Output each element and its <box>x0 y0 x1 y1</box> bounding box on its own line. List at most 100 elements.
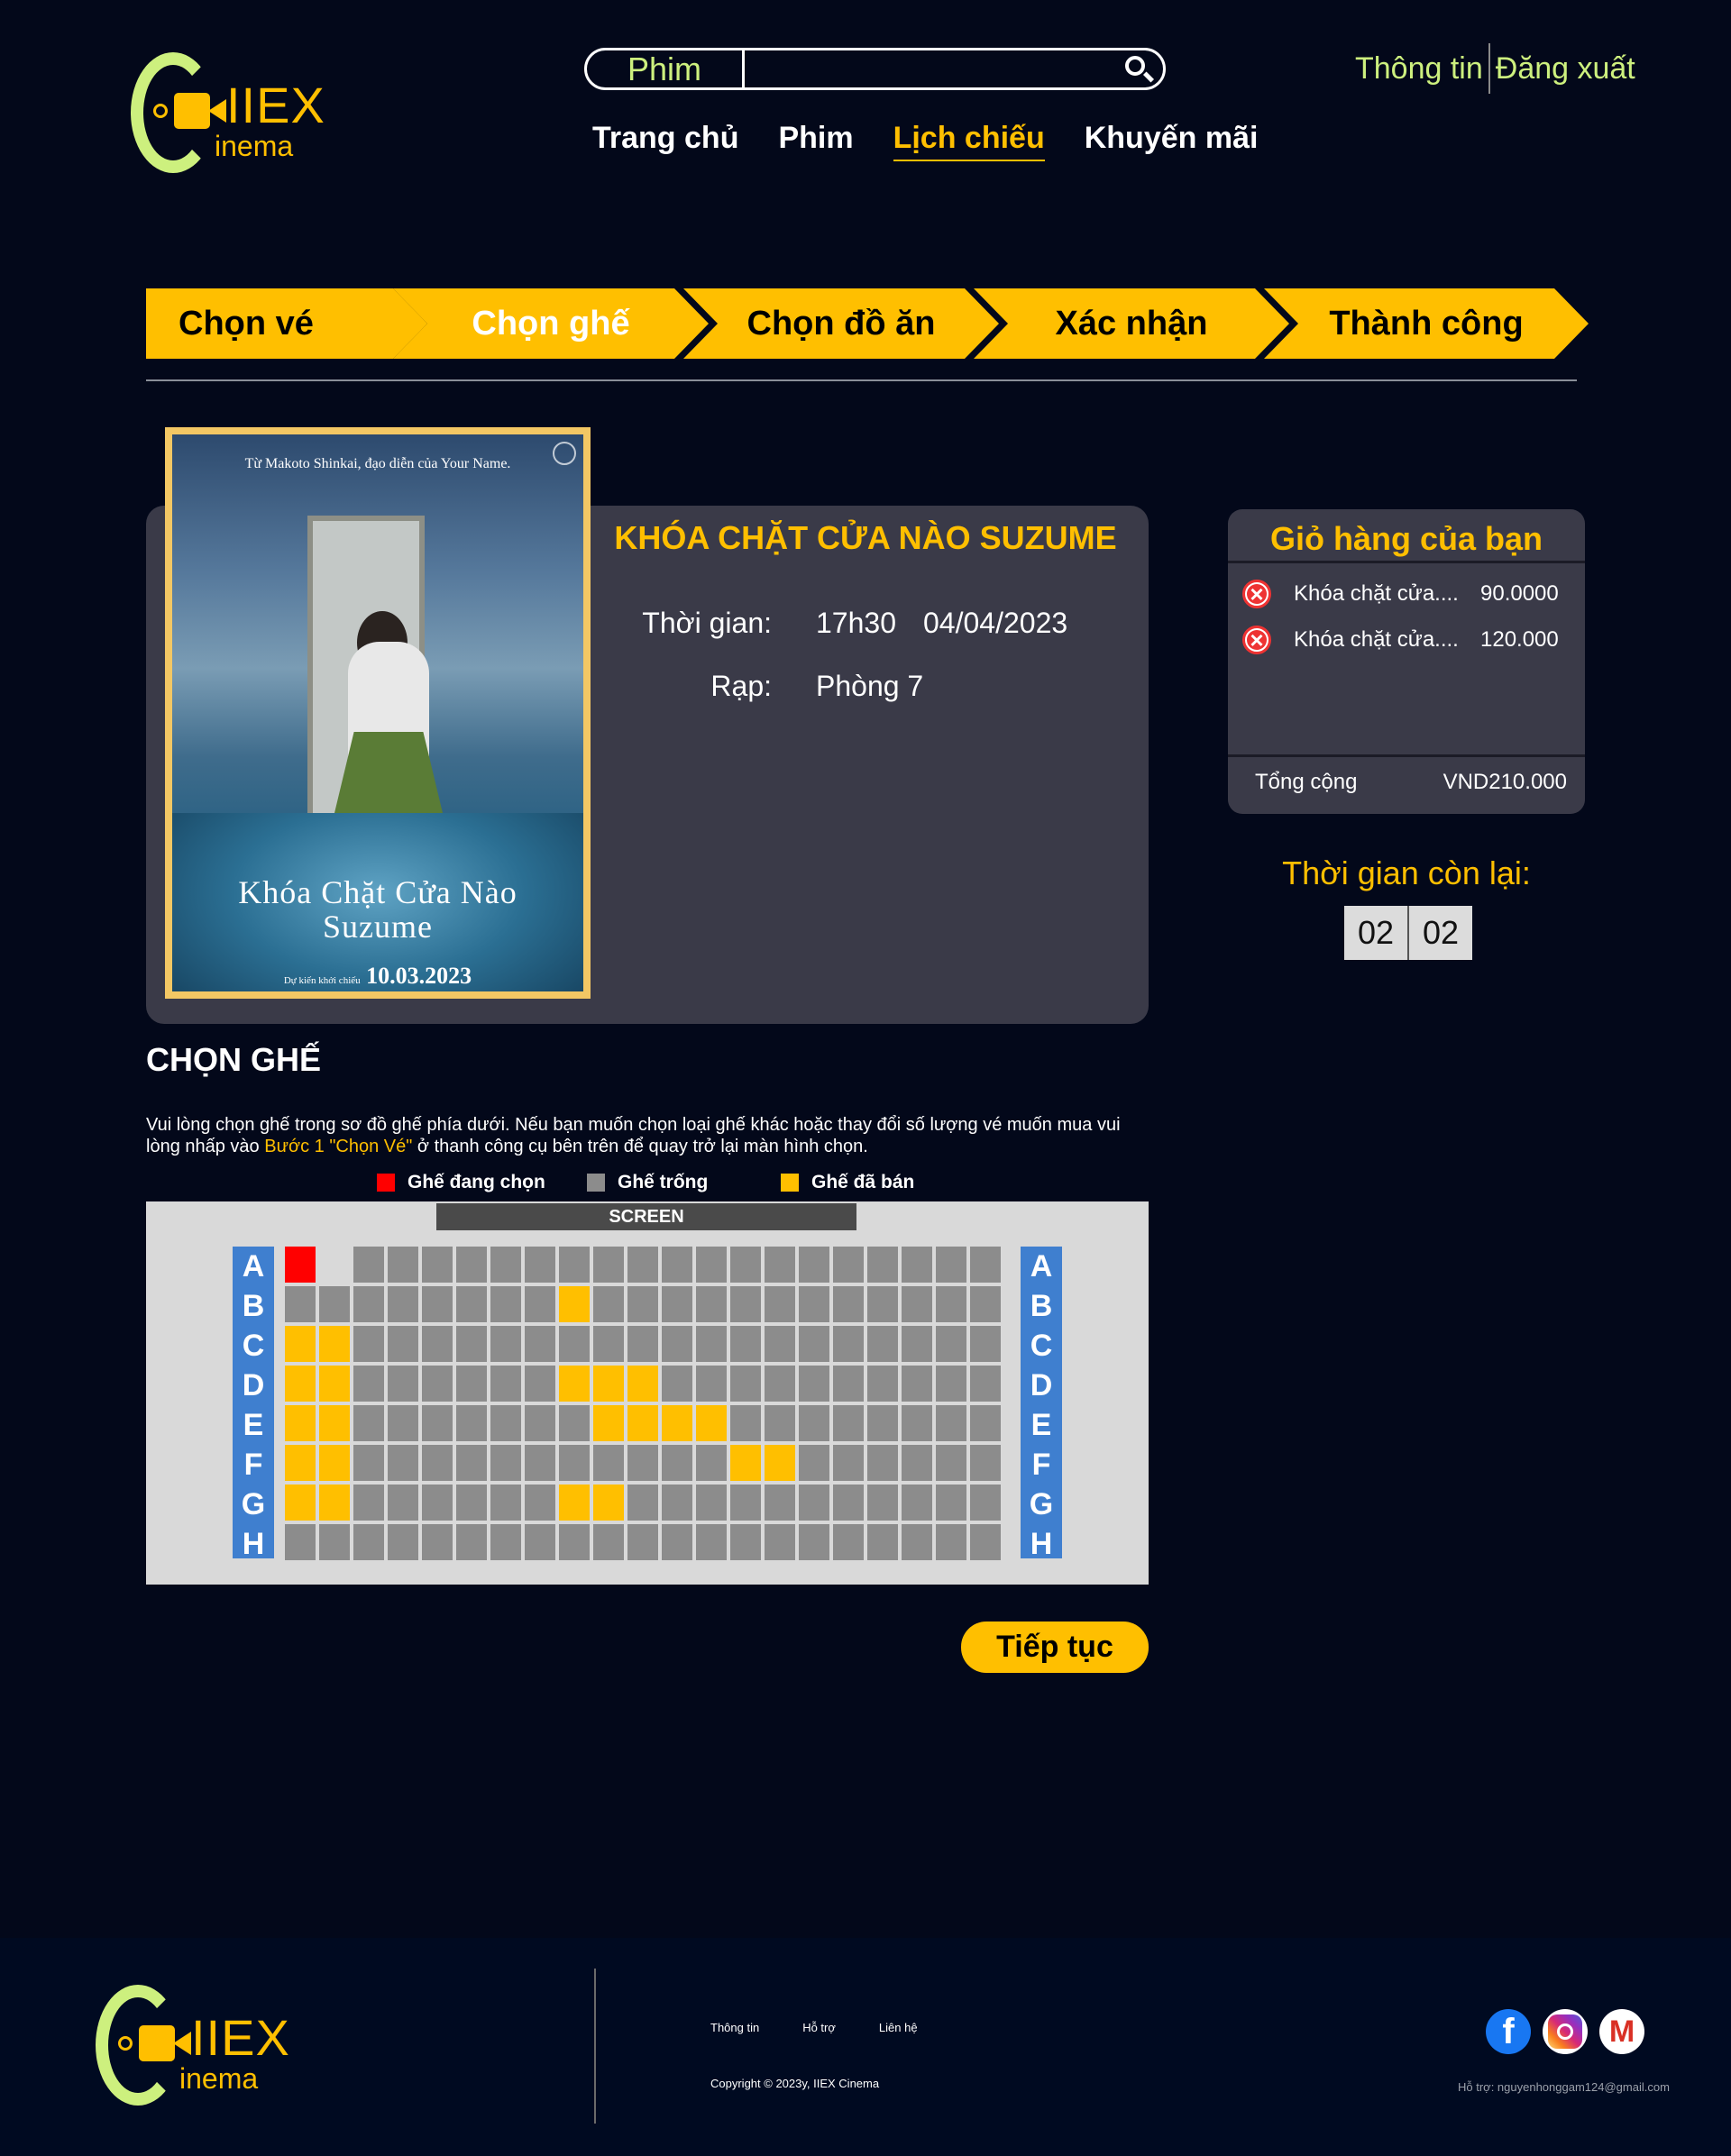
seat-H8-empty[interactable] <box>525 1524 555 1560</box>
seat-C12-empty[interactable] <box>662 1326 692 1362</box>
footer-link-support[interactable]: Hỗ trợ <box>802 2021 836 2034</box>
seat-B16-empty[interactable] <box>799 1286 829 1322</box>
seat-H2-empty[interactable] <box>319 1524 350 1560</box>
seat-C8-empty[interactable] <box>525 1326 555 1362</box>
seat-H13-empty[interactable] <box>696 1524 727 1560</box>
seat-F18-empty[interactable] <box>867 1445 898 1481</box>
seat-B17-empty[interactable] <box>833 1286 864 1322</box>
seat-D20-empty[interactable] <box>936 1366 966 1402</box>
seat-C13-empty[interactable] <box>696 1326 727 1362</box>
step-success[interactable]: Thành công <box>1264 288 1589 359</box>
seat-F9-empty[interactable] <box>559 1445 590 1481</box>
seat-A21-empty[interactable] <box>970 1247 1001 1283</box>
seat-D8-empty[interactable] <box>525 1366 555 1402</box>
step-choose-ticket[interactable]: Chọn vé <box>146 288 427 359</box>
seat-B6-empty[interactable] <box>456 1286 487 1322</box>
seat-B4-empty[interactable] <box>388 1286 418 1322</box>
logout-link[interactable]: Đăng xuất <box>1496 51 1635 87</box>
seat-G7-empty[interactable] <box>490 1485 521 1521</box>
seat-A17-empty[interactable] <box>833 1247 864 1283</box>
seat-G12-empty[interactable] <box>662 1485 692 1521</box>
seat-E19-empty[interactable] <box>902 1405 932 1441</box>
seat-A9-empty[interactable] <box>559 1247 590 1283</box>
footer-link-info[interactable]: Thông tin <box>710 2021 759 2034</box>
seat-G8-empty[interactable] <box>525 1485 555 1521</box>
seat-A19-empty[interactable] <box>902 1247 932 1283</box>
seat-C16-empty[interactable] <box>799 1326 829 1362</box>
seat-H18-empty[interactable] <box>867 1524 898 1560</box>
seat-F12-empty[interactable] <box>662 1445 692 1481</box>
seat-C10-empty[interactable] <box>593 1326 624 1362</box>
step-choose-food[interactable]: Chọn đồ ăn <box>683 288 999 359</box>
seat-C9-empty[interactable] <box>559 1326 590 1362</box>
seat-A4-empty[interactable] <box>388 1247 418 1283</box>
seat-H7-empty[interactable] <box>490 1524 521 1560</box>
seat-F3-empty[interactable] <box>353 1445 384 1481</box>
seat-F19-empty[interactable] <box>902 1445 932 1481</box>
search-icon[interactable] <box>1116 50 1163 87</box>
seat-F21-empty[interactable] <box>970 1445 1001 1481</box>
seat-A15-empty[interactable] <box>765 1247 795 1283</box>
seat-A1-chosen[interactable] <box>285 1247 316 1283</box>
seat-F17-empty[interactable] <box>833 1445 864 1481</box>
seat-A20-empty[interactable] <box>936 1247 966 1283</box>
seat-E17-empty[interactable] <box>833 1405 864 1441</box>
seat-E9-empty[interactable] <box>559 1405 590 1441</box>
seat-A7-empty[interactable] <box>490 1247 521 1283</box>
seat-H14-empty[interactable] <box>730 1524 761 1560</box>
seat-F10-empty[interactable] <box>593 1445 624 1481</box>
seat-A8-empty[interactable] <box>525 1247 555 1283</box>
seat-C20-empty[interactable] <box>936 1326 966 1362</box>
seat-C19-empty[interactable] <box>902 1326 932 1362</box>
seat-F5-empty[interactable] <box>422 1445 453 1481</box>
seat-B18-empty[interactable] <box>867 1286 898 1322</box>
seat-A16-empty[interactable] <box>799 1247 829 1283</box>
seat-E5-empty[interactable] <box>422 1405 453 1441</box>
seat-B13-empty[interactable] <box>696 1286 727 1322</box>
seat-G16-empty[interactable] <box>799 1485 829 1521</box>
seat-E7-empty[interactable] <box>490 1405 521 1441</box>
seat-G19-empty[interactable] <box>902 1485 932 1521</box>
seat-A12-empty[interactable] <box>662 1247 692 1283</box>
seat-H11-empty[interactable] <box>627 1524 658 1560</box>
seat-G17-empty[interactable] <box>833 1485 864 1521</box>
seat-C7-empty[interactable] <box>490 1326 521 1362</box>
seat-B15-empty[interactable] <box>765 1286 795 1322</box>
seat-C5-empty[interactable] <box>422 1326 453 1362</box>
seat-F13-empty[interactable] <box>696 1445 727 1481</box>
seat-G4-empty[interactable] <box>388 1485 418 1521</box>
seat-G18-empty[interactable] <box>867 1485 898 1521</box>
seat-A18-empty[interactable] <box>867 1247 898 1283</box>
seat-G21-empty[interactable] <box>970 1485 1001 1521</box>
seat-H3-empty[interactable] <box>353 1524 384 1560</box>
seat-G15-empty[interactable] <box>765 1485 795 1521</box>
seat-B1-empty[interactable] <box>285 1286 316 1322</box>
seat-B3-empty[interactable] <box>353 1286 384 1322</box>
seat-D4-empty[interactable] <box>388 1366 418 1402</box>
seat-B8-empty[interactable] <box>525 1286 555 1322</box>
seat-H17-empty[interactable] <box>833 1524 864 1560</box>
footer-logo[interactable]: IIEX inema <box>96 1985 312 2120</box>
seat-H12-empty[interactable] <box>662 1524 692 1560</box>
instagram-icon[interactable] <box>1543 2009 1588 2054</box>
seat-D14-empty[interactable] <box>730 1366 761 1402</box>
seat-D3-empty[interactable] <box>353 1366 384 1402</box>
seat-F16-empty[interactable] <box>799 1445 829 1481</box>
seat-C18-empty[interactable] <box>867 1326 898 1362</box>
seat-D18-empty[interactable] <box>867 1366 898 1402</box>
seat-H19-empty[interactable] <box>902 1524 932 1560</box>
seat-E18-empty[interactable] <box>867 1405 898 1441</box>
seat-B2-empty[interactable] <box>319 1286 350 1322</box>
seat-F8-empty[interactable] <box>525 1445 555 1481</box>
seat-D16-empty[interactable] <box>799 1366 829 1402</box>
seat-C11-empty[interactable] <box>627 1326 658 1362</box>
step1-link[interactable]: Bước 1 "Chọn Vé" <box>264 1137 412 1156</box>
facebook-icon[interactable]: f <box>1486 2009 1531 2054</box>
seat-F6-empty[interactable] <box>456 1445 487 1481</box>
seat-B19-empty[interactable] <box>902 1286 932 1322</box>
nav-schedule[interactable]: Lịch chiếu <box>893 121 1045 161</box>
seat-E8-empty[interactable] <box>525 1405 555 1441</box>
seat-E6-empty[interactable] <box>456 1405 487 1441</box>
remove-icon[interactable] <box>1242 626 1271 654</box>
seat-G5-empty[interactable] <box>422 1485 453 1521</box>
